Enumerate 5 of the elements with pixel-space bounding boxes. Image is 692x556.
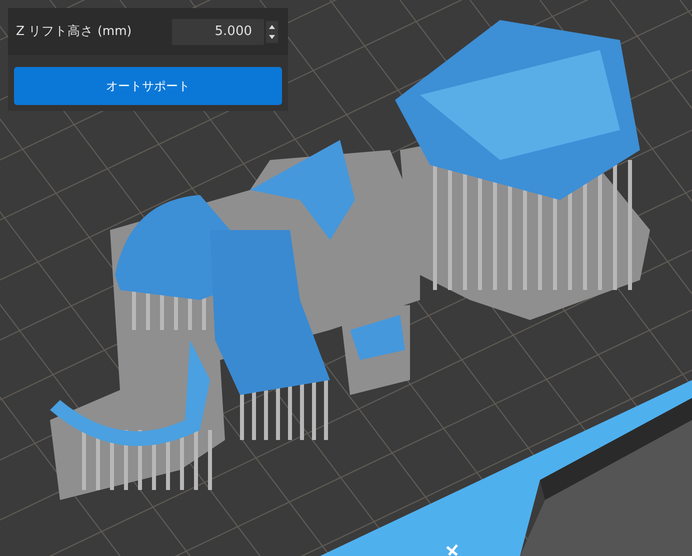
z-lift-label: Z リフト高さ (mm)	[16, 23, 132, 40]
decrement-icon[interactable]	[269, 34, 275, 38]
auto-support-button[interactable]: オートサポート	[14, 67, 282, 105]
increment-icon[interactable]	[269, 24, 275, 28]
z-lift-input[interactable]: 5.000	[172, 18, 264, 44]
